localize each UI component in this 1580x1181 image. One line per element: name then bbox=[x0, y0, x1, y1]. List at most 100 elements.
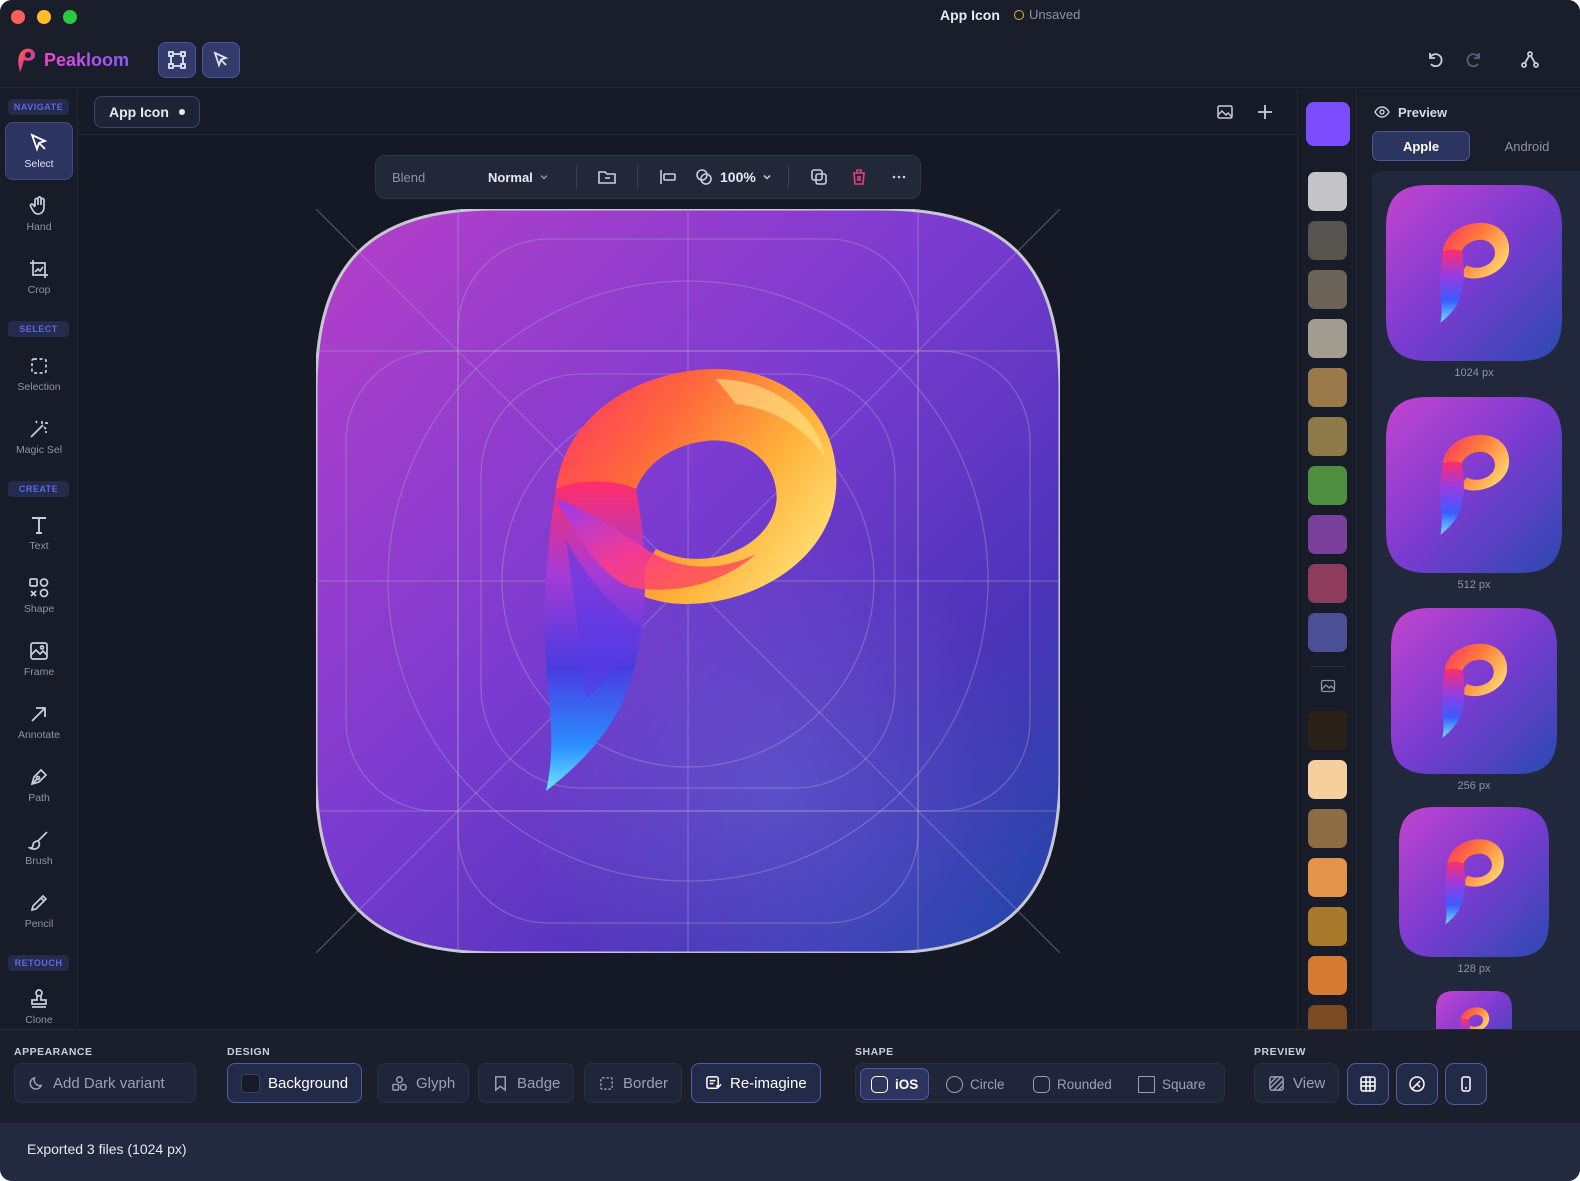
align-button[interactable] bbox=[652, 161, 684, 193]
pencil-icon bbox=[30, 894, 48, 912]
shape-option-square[interactable]: Square bbox=[1128, 1068, 1216, 1100]
color-swatch[interactable] bbox=[1308, 270, 1347, 309]
document-tab-label: App Icon bbox=[109, 104, 169, 120]
transform-mode-button[interactable] bbox=[158, 42, 196, 78]
background-button[interactable]: Background bbox=[227, 1063, 363, 1103]
section-label-select: SELECT bbox=[8, 321, 69, 337]
view-button[interactable]: View bbox=[1254, 1063, 1340, 1103]
color-swatch[interactable] bbox=[1308, 319, 1347, 358]
tool-path[interactable]: Path bbox=[5, 756, 73, 814]
tool-text[interactable]: Text bbox=[5, 504, 73, 562]
pointer-mode-button[interactable] bbox=[202, 42, 240, 78]
shape-option-ios[interactable]: iOS bbox=[860, 1068, 930, 1100]
toolbar-divider bbox=[787, 165, 789, 189]
glyph-button[interactable]: Glyph bbox=[377, 1063, 470, 1103]
preview-thumbnail bbox=[1399, 807, 1549, 957]
color-swatch[interactable] bbox=[1308, 221, 1347, 260]
color-swatch[interactable] bbox=[1308, 907, 1347, 946]
app-icon-artwork[interactable] bbox=[316, 209, 1060, 953]
tool-select[interactable]: Select bbox=[5, 122, 73, 180]
color-swatch[interactable] bbox=[1308, 172, 1347, 211]
shape-option-circle[interactable]: Circle bbox=[936, 1068, 1015, 1100]
frame-icon bbox=[30, 642, 48, 660]
canvas-area: App Icon Blend Normal 100% bbox=[79, 89, 1297, 1029]
preview-item[interactable]: 512 px bbox=[1386, 397, 1562, 591]
minimize-window-button[interactable] bbox=[37, 10, 51, 24]
app-name: Peakloom bbox=[44, 49, 130, 70]
tool-magic-selection[interactable]: Magic Sel bbox=[5, 408, 73, 466]
preview-item[interactable]: 1024 px bbox=[1386, 185, 1562, 379]
tool-crop[interactable]: Crop bbox=[5, 248, 73, 306]
tool-selection[interactable]: Selection bbox=[5, 345, 73, 403]
close-window-button[interactable] bbox=[11, 10, 25, 24]
badge-button[interactable]: Badge bbox=[478, 1063, 575, 1103]
redo-button[interactable] bbox=[1462, 48, 1486, 72]
folder-button[interactable] bbox=[591, 161, 623, 193]
tool-frame[interactable]: Frame bbox=[5, 630, 73, 688]
color-swatch-column bbox=[1297, 89, 1357, 1044]
tool-brush[interactable]: Brush bbox=[5, 819, 73, 877]
folder-icon bbox=[598, 171, 616, 184]
preview-item[interactable]: 256 px bbox=[1391, 608, 1557, 792]
preview-item[interactable] bbox=[1436, 991, 1512, 1029]
device-preview-button[interactable] bbox=[1445, 1063, 1487, 1105]
blend-mode-dropdown[interactable]: Normal bbox=[488, 170, 566, 185]
color-swatch[interactable] bbox=[1308, 613, 1347, 652]
modified-dot-icon bbox=[178, 109, 185, 115]
grid-preview-button[interactable] bbox=[1347, 1063, 1389, 1105]
duplicate-icon bbox=[811, 169, 827, 185]
add-dark-variant-button[interactable]: Add Dark variant bbox=[14, 1063, 196, 1103]
border-button[interactable]: Border bbox=[584, 1063, 683, 1103]
opacity-dropdown[interactable]: 100% bbox=[694, 167, 772, 187]
color-swatch[interactable] bbox=[1308, 417, 1347, 456]
peakloom-logo-icon bbox=[18, 48, 36, 72]
chevron-down-icon bbox=[763, 174, 771, 180]
shape-option-label: iOS bbox=[895, 1076, 919, 1092]
tab-android[interactable]: Android bbox=[1478, 131, 1576, 161]
undo-button[interactable] bbox=[1423, 48, 1447, 72]
more-options-button[interactable] bbox=[883, 161, 915, 193]
share-button[interactable] bbox=[1518, 48, 1542, 72]
status-bar: Exported 3 files (1024 px) bbox=[0, 1123, 1580, 1181]
reimagine-button[interactable]: Re-imagine bbox=[691, 1063, 821, 1103]
document-tab[interactable]: App Icon bbox=[94, 96, 200, 128]
tool-clone[interactable]: Clone bbox=[5, 978, 73, 1036]
preview-thumbnail bbox=[1436, 991, 1512, 1029]
chevron-down-icon bbox=[540, 174, 548, 180]
section-label-retouch: RETOUCH bbox=[8, 955, 69, 971]
zoom-window-button[interactable] bbox=[63, 10, 77, 24]
color-swatch[interactable] bbox=[1308, 760, 1347, 799]
color-swatch[interactable] bbox=[1308, 564, 1347, 603]
color-swatch[interactable] bbox=[1308, 368, 1347, 407]
color-swatch[interactable] bbox=[1308, 515, 1347, 554]
add-dark-variant-label: Add Dark variant bbox=[53, 1074, 165, 1092]
tool-pencil[interactable]: Pencil bbox=[5, 882, 73, 940]
color-swatch[interactable] bbox=[1308, 711, 1347, 750]
duplicate-button[interactable] bbox=[803, 161, 835, 193]
unsaved-ring-icon bbox=[1014, 10, 1024, 20]
reimagine-label: Re-imagine bbox=[730, 1074, 807, 1092]
tool-annotate[interactable]: Annotate bbox=[5, 693, 73, 751]
preview-item[interactable]: 128 px bbox=[1399, 807, 1549, 975]
image-palette-icon bbox=[1320, 679, 1336, 693]
preview-section-label: PREVIEW bbox=[1254, 1046, 1306, 1058]
color-swatch[interactable] bbox=[1308, 466, 1347, 505]
color-swatch[interactable] bbox=[1308, 858, 1347, 897]
delete-button[interactable] bbox=[843, 161, 875, 193]
shape-option-rounded[interactable]: Rounded bbox=[1023, 1068, 1122, 1100]
tool-label: Selection bbox=[17, 381, 61, 393]
app-window: App Icon Unsaved Peakloom NAVIGATE Selec… bbox=[0, 0, 1580, 1181]
color-swatch[interactable] bbox=[1308, 809, 1347, 848]
add-button[interactable] bbox=[1253, 100, 1277, 124]
image-options-button[interactable] bbox=[1213, 100, 1237, 124]
current-color-swatch[interactable] bbox=[1306, 102, 1350, 146]
unsaved-label: Unsaved bbox=[1029, 7, 1081, 22]
image-icon bbox=[1217, 105, 1233, 119]
color-swatch[interactable] bbox=[1308, 956, 1347, 995]
shape-option-label: Circle bbox=[970, 1076, 1005, 1092]
tool-hand[interactable]: Hand bbox=[5, 185, 73, 243]
mask-preview-button[interactable] bbox=[1396, 1063, 1438, 1105]
tool-shape[interactable]: Shape bbox=[5, 567, 73, 625]
tab-apple[interactable]: Apple bbox=[1372, 131, 1470, 161]
badge-label: Badge bbox=[517, 1074, 561, 1092]
